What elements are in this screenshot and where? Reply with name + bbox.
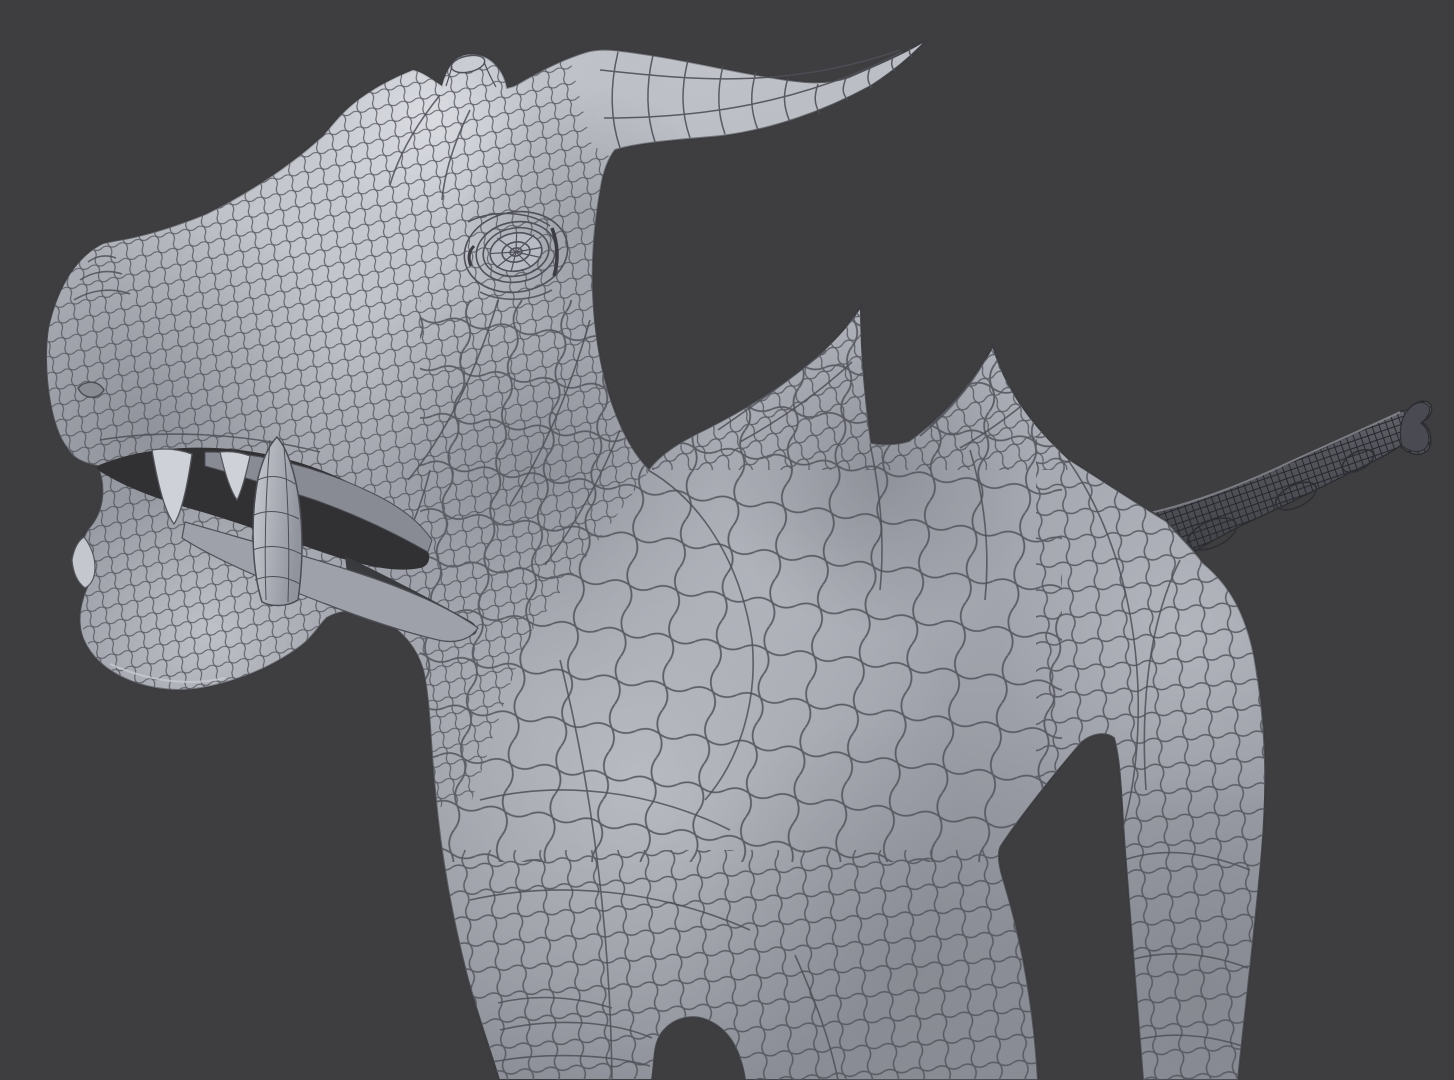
3d-viewport[interactable]: 3D viewport showing a cartoon dragon mod… — [0, 0, 1454, 1080]
wireframe-render: 3D viewport showing a cartoon dragon mod… — [0, 0, 1454, 1080]
